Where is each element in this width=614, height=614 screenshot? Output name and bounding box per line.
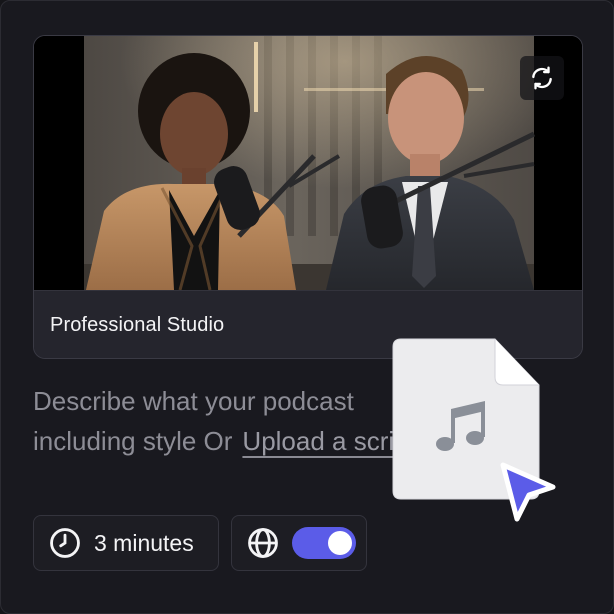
swap-style-button[interactable] [520, 56, 564, 100]
language-control [231, 515, 367, 571]
duration-selector[interactable]: 3 minutes [33, 515, 219, 571]
podcast-creator-panel: Professional Studio Describe what your p… [0, 0, 614, 614]
globe-icon [248, 528, 278, 558]
card-title: Professional Studio [50, 314, 225, 336]
dragged-audio-file[interactable] [385, 337, 565, 537]
clock-icon [50, 528, 80, 558]
duration-label: 3 minutes [94, 529, 194, 556]
toggle-knob [328, 531, 352, 555]
prompt-line-2-text: including style Or [33, 426, 233, 456]
studio-thumbnail [34, 36, 582, 290]
studio-style-card[interactable]: Professional Studio [33, 35, 583, 359]
language-toggle[interactable] [292, 527, 356, 559]
swap-icon [532, 66, 552, 90]
